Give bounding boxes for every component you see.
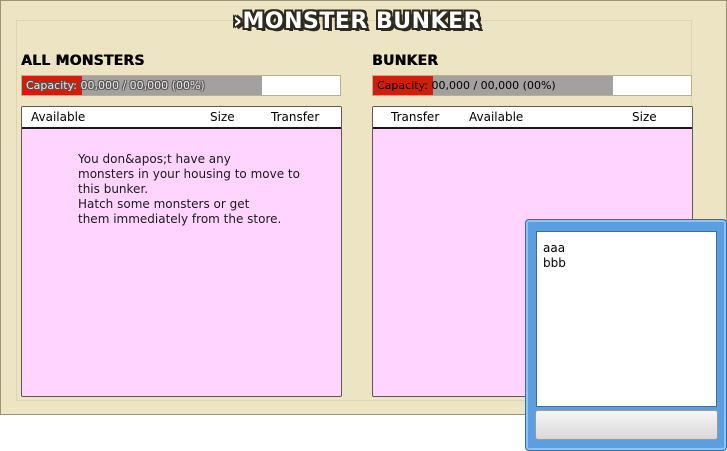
page-title: ›MONSTER BUNKER (232, 9, 482, 34)
column-transfer[interactable]: Transfer (391, 110, 439, 124)
all-monsters-heading: ALL MONSTERS (21, 53, 145, 69)
capacity-text: Capacity: 00,000 / 00,000 (00%) (377, 77, 556, 94)
column-transfer[interactable]: Transfer (271, 110, 319, 124)
capacity-value: 00,000 / 00,000 (00%) (431, 79, 556, 92)
popup-list-item[interactable]: aaa (543, 241, 710, 256)
empty-message-line: You don&apos;t have any (78, 152, 231, 166)
bunker-list-header: Transfer Available Size (373, 107, 692, 129)
empty-message-line: them immediately from the store. (78, 212, 282, 226)
popup-list[interactable]: aaa bbb (536, 231, 717, 407)
column-available[interactable]: Available (31, 110, 85, 124)
capacity-value: 00,000 / 00,000 (00%) (80, 79, 205, 92)
popup-list-item[interactable]: bbb (543, 256, 710, 271)
empty-message-line: monsters in your housing to move to (78, 167, 300, 181)
column-size[interactable]: Size (632, 110, 657, 124)
empty-message: You don&apos;t have any monsters in your… (78, 152, 318, 227)
all-monsters-list-header: Available Size Transfer (22, 107, 341, 129)
empty-message-line: Hatch some monsters or get (78, 197, 250, 211)
popup-dialog: aaa bbb (525, 219, 727, 451)
bunker-heading: BUNKER (372, 53, 439, 69)
all-monsters-capacity-bar: Capacity: 00,000 / 00,000 (00%) (21, 75, 341, 96)
column-size[interactable]: Size (210, 110, 235, 124)
all-monsters-list[interactable]: Available Size Transfer You don&apos;t h… (21, 106, 342, 397)
popup-button[interactable] (535, 410, 718, 440)
capacity-text: Capacity: 00,000 / 00,000 (00%) (26, 77, 205, 94)
empty-message-line: this bunker. (78, 182, 149, 196)
bunker-capacity-bar: Capacity: 00,000 / 00,000 (00%) (372, 75, 692, 96)
column-available[interactable]: Available (469, 110, 523, 124)
capacity-label: Capacity: (26, 79, 77, 92)
capacity-label: Capacity: (377, 79, 428, 92)
